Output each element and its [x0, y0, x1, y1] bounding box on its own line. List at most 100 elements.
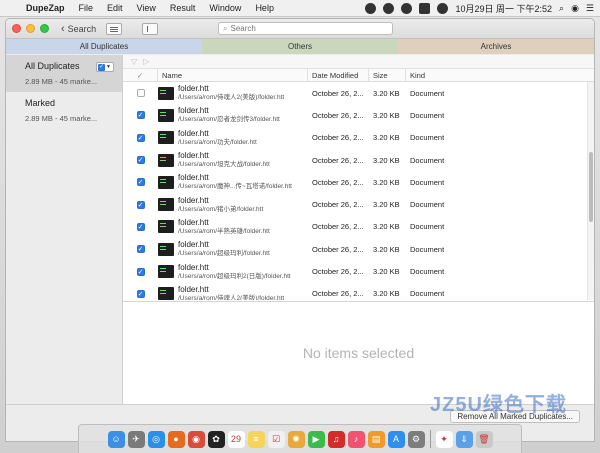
trash-icon[interactable]: 🗑: [475, 430, 493, 448]
file-name-block: folder.htt/Users/a/rom/超级玛利2(日版)/folder.…: [178, 263, 291, 281]
table-row[interactable]: ✓ folder.htt/Users/a/rom/坦克大战/folder.htt O…: [123, 149, 587, 171]
tab-archives[interactable]: Archives: [398, 39, 594, 54]
mark-checkbox[interactable]: ✓: [136, 111, 145, 120]
name-cell: folder.htt/Users/a/rom/坦克大战/folder.htt: [158, 151, 308, 169]
mark-all-dropdown[interactable]: ✓ ▼: [96, 62, 114, 72]
menu-help[interactable]: Help: [255, 3, 274, 13]
mark-checkbox[interactable]: ✓: [136, 178, 145, 187]
kind-cell: Document: [410, 110, 445, 120]
table-row[interactable]: ✓ folder.htt/Users/a/rom/半熟英雄/folder.htt O…: [123, 216, 587, 238]
facetime-icon[interactable]: ▶: [307, 430, 325, 448]
photos-icon[interactable]: ✺: [287, 430, 305, 448]
mark-checkbox[interactable]: ✓: [136, 133, 145, 142]
remove-marked-duplicates-button[interactable]: Remove All Marked Duplicates...: [450, 410, 580, 423]
filter-bar: ▽ ▷: [123, 55, 594, 69]
app-store-icon[interactable]: A: [387, 430, 405, 448]
tab-all-duplicates[interactable]: All Duplicates: [6, 39, 202, 54]
mark-checkbox[interactable]: ✓: [136, 289, 145, 298]
notification-center-icon[interactable]: ☰: [586, 3, 594, 14]
column-header-kind[interactable]: Kind: [406, 69, 574, 82]
size-cell: 3.20 KB: [373, 155, 400, 165]
mark-checkbox[interactable]: ✓: [136, 156, 145, 165]
mark-checkbox[interactable]: ✓: [136, 222, 145, 231]
date-cell: October 26, 2...: [312, 222, 364, 232]
menu-window[interactable]: Window: [209, 3, 241, 13]
name-cell: folder.htt/Users/a/rom/猪小弟/folder.htt: [158, 196, 308, 214]
status-icon-2[interactable]: [383, 3, 395, 14]
firefox-icon[interactable]: ●: [167, 430, 185, 448]
qq-icon[interactable]: ✿: [207, 430, 225, 448]
table-row[interactable]: ✓ folder.htt/Users/a/rom/侍魂人2(美版)/folder.…: [123, 283, 587, 300]
table-row[interactable]: ✓ folder.htt/Users/a/rom/忍者龙剑传3/folder.ht…: [123, 104, 587, 126]
table-row[interactable]: ✓ folder.htt/Users/a/rom/功夫/folder.htt Oct…: [123, 127, 587, 149]
file-path: /Users/a/rom/忍者龙剑传3/folder.htt: [178, 116, 280, 124]
close-button[interactable]: [12, 24, 21, 33]
netease-music-icon[interactable]: ♫: [327, 430, 345, 448]
list-view-button[interactable]: [106, 22, 123, 35]
row-checkbox-cell: ✓: [123, 267, 158, 276]
play-icon[interactable]: ▷: [143, 57, 149, 66]
minimize-button[interactable]: [26, 24, 35, 33]
safari-icon[interactable]: ◎: [147, 430, 165, 448]
file-name: folder.htt: [178, 284, 209, 294]
file-name: folder.htt: [178, 106, 209, 116]
launchpad-icon[interactable]: ✈: [127, 430, 145, 448]
row-checkbox-cell: ✓: [123, 222, 158, 231]
document-icon: [158, 175, 174, 189]
menu-file[interactable]: File: [79, 3, 94, 13]
sidebar-toggle-button[interactable]: [142, 22, 159, 35]
finder-icon[interactable]: ☺: [107, 430, 125, 448]
size-cell: 3.20 KB: [373, 177, 400, 187]
vertical-scrollbar[interactable]: [587, 82, 594, 300]
column-header-name[interactable]: Name: [158, 68, 308, 82]
downloads-icon[interactable]: ⇓: [455, 430, 473, 448]
document-icon: [158, 131, 174, 145]
sidebar-item-marked[interactable]: Marked 2.89 MB - 45 marke...: [6, 92, 122, 129]
chevron-left-icon: ‹: [61, 22, 65, 35]
search-icon[interactable]: ⌕: [559, 3, 564, 14]
calendar-icon[interactable]: 29: [227, 430, 245, 448]
table-row[interactable]: ✓ folder.htt/Users/a/rom/魔神...传~瓦塔诺/folde…: [123, 171, 587, 193]
status-icon-5[interactable]: [437, 3, 449, 14]
row-checkbox-cell: ✓: [123, 178, 158, 187]
file-list: folder.htt/Users/a/rom/侍魂人2(美版)/folder.h…: [123, 82, 587, 300]
table-row[interactable]: ✓ folder.htt/Users/a/rom/猪小弟/folder.htt Oc…: [123, 193, 587, 215]
reminders-icon[interactable]: ☑: [267, 430, 285, 448]
sidebar-item-all-duplicates[interactable]: All Duplicates 2.89 MB - 45 marke... ✓ ▼: [6, 55, 122, 92]
column-header-date-modified[interactable]: Date Modified: [308, 68, 369, 82]
table-row[interactable]: ✓ folder.htt/Users/a/rom/超级玛利/folder.htt O…: [123, 238, 587, 260]
status-icon-3[interactable]: [401, 3, 413, 14]
back-to-search-button[interactable]: ‹ Search: [61, 23, 96, 35]
system-preferences-icon[interactable]: ⚙: [407, 430, 425, 448]
app-menu[interactable]: DupeZap: [26, 3, 65, 13]
search-field[interactable]: ⌕: [218, 22, 393, 35]
mark-checkbox[interactable]: ✓: [136, 267, 145, 276]
clock[interactable]: 10月29日 周一 下午2:52: [455, 2, 552, 15]
mark-checkbox[interactable]: ✓: [136, 245, 145, 254]
mark-checkbox[interactable]: ✓: [136, 200, 145, 209]
tab-others[interactable]: Others: [202, 39, 398, 54]
search-input[interactable]: [230, 24, 381, 33]
mark-checkbox[interactable]: [136, 89, 145, 98]
menu-edit[interactable]: Edit: [107, 3, 123, 13]
column-header-size[interactable]: Size: [369, 68, 406, 82]
select-column-header[interactable]: ✓: [123, 68, 158, 82]
status-icon-1[interactable]: [365, 3, 377, 14]
notes-icon[interactable]: ≡: [247, 430, 265, 448]
row-checkbox-cell: [123, 89, 158, 98]
table-row[interactable]: folder.htt/Users/a/rom/侍魂人2(美版)/folder.h…: [123, 82, 587, 104]
siri-icon[interactable]: ◉: [571, 3, 579, 14]
zoom-button[interactable]: [40, 24, 49, 33]
chrome-icon[interactable]: ◉: [187, 430, 205, 448]
file-path: /Users/a/rom/坦克大战/folder.htt: [178, 161, 270, 169]
dupezap-icon[interactable]: ✦: [435, 430, 453, 448]
books-icon[interactable]: ▤: [367, 430, 385, 448]
music-icon[interactable]: ♪: [347, 430, 365, 448]
table-row[interactable]: ✓ folder.htt/Users/a/rom/超级玛利2(日版)/folder…: [123, 260, 587, 282]
status-icon-4[interactable]: [419, 3, 431, 14]
menu-result[interactable]: Result: [170, 3, 196, 13]
title-bar: ‹ Search ⌕: [6, 19, 594, 39]
menu-view[interactable]: View: [137, 3, 156, 13]
filter-icon[interactable]: ▽: [131, 57, 137, 66]
scrollbar-thumb[interactable]: [589, 152, 593, 222]
